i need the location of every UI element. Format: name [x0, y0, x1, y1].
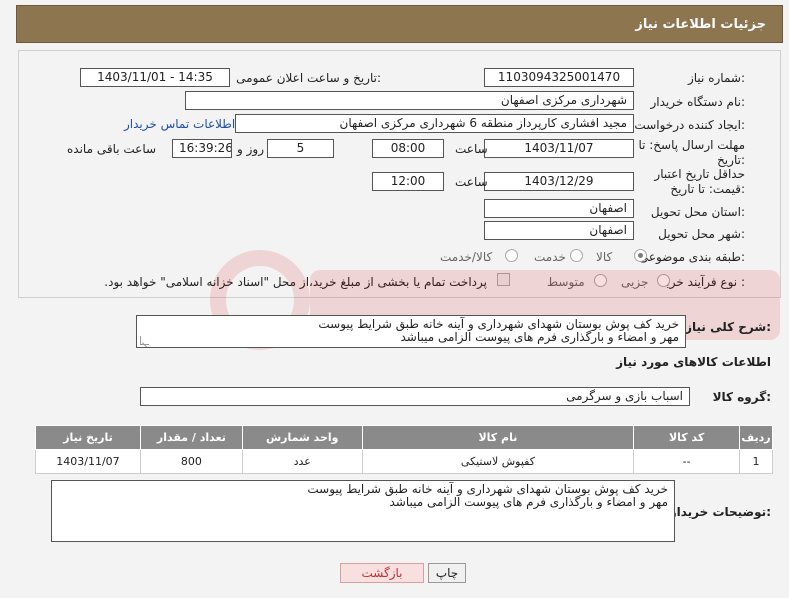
delivery-city-label: شهر محل تحویل:: [658, 227, 745, 241]
cell-date: 1403/11/07: [35, 449, 141, 474]
buyer-notes-line-2: مهر و امضاء و بارگذاری فرم های پیوست الز…: [389, 495, 668, 509]
cell-qty: 800: [139, 449, 243, 474]
need-number-label: شماره نیاز:: [687, 71, 745, 85]
reply-deadline-date: 1403/11/07: [484, 139, 634, 158]
purchase-radio-minor[interactable]: [657, 274, 670, 287]
summary-line-2: مهر و امضاء و بارگذاری فرم های پیوست الز…: [400, 330, 679, 344]
purchase-type-label: نوع فرآیند خرید :: [660, 275, 745, 289]
cell-row: 1: [739, 449, 773, 474]
category-radio-goods-service[interactable]: [505, 249, 518, 262]
category-option-goods: کالا: [596, 250, 613, 264]
treasury-payment-note: پرداخت تمام یا بخشی از مبلغ خرید،از محل …: [104, 275, 487, 289]
reply-days-field: 5: [267, 139, 334, 158]
reply-deadline-label: مهلت ارسال پاسخ: تا تاریخ:: [638, 138, 745, 167]
reply-deadline-time: 08:00: [372, 139, 444, 158]
goods-table-header: ردیف کد کالا نام کالا واحد شمارش تعداد /…: [35, 425, 773, 450]
category-radio-goods[interactable]: [634, 249, 647, 262]
goods-table: ردیف کد کالا نام کالا واحد شمارش تعداد /…: [35, 425, 773, 474]
summary-textarea: خرید کف پوش بوستان شهدای شهرداری و آینه …: [136, 315, 686, 348]
buyer-notes-label: توضیحات خریدار:: [669, 505, 771, 519]
announce-datetime-label: تاریخ و ساعت اعلان عمومی:: [236, 71, 381, 85]
category-radio-service[interactable]: [570, 249, 583, 262]
print-button[interactable]: چاپ: [428, 563, 466, 583]
summary-label: شرح کلی نیاز:: [685, 320, 771, 334]
table-row: 1 -- کفپوش لاستیکی عدد 800 1403/11/07: [35, 449, 773, 474]
page-header: جزئیات اطلاعات نیاز: [16, 5, 783, 43]
category-label: طبقه بندی موضوعی:: [638, 250, 745, 264]
back-button[interactable]: بازگشت: [340, 563, 424, 583]
delivery-province-label: استان محل تحویل:: [650, 205, 745, 219]
cell-name: کفپوش لاستیکی: [361, 449, 635, 474]
purchase-option-minor: جزیی: [621, 275, 649, 289]
days-label: روز و: [237, 142, 264, 156]
announce-datetime-field: 1403/11/01 - 14:35: [80, 68, 230, 87]
remaining-label: ساعت باقی مانده: [67, 142, 157, 156]
cell-unit: عدد: [241, 449, 363, 474]
buyer-notes-textarea: خرید کف پوش بوستان شهدای شهرداری و آینه …: [51, 480, 675, 542]
delivery-province-field: اصفهان: [484, 199, 634, 218]
price-validity-time: 12:00: [372, 172, 444, 191]
col-qty: تعداد / مقدار: [139, 425, 243, 450]
treasury-payment-checkbox[interactable]: [497, 273, 510, 286]
goods-group-field: اسباب بازی و سرگرمی: [140, 387, 690, 406]
buyer-org-label: نام دستگاه خریدار:: [650, 95, 746, 109]
buyer-org-field: شهرداری مرکزی اصفهان: [185, 91, 634, 110]
goods-group-label: گروه کالا:: [712, 390, 771, 404]
need-number-field: 1103094325001470: [484, 68, 634, 87]
reply-time-label: ساعت: [455, 142, 488, 156]
col-code: کد کالا: [633, 425, 741, 450]
category-option-goods-service: کالا/خدمت: [440, 250, 493, 264]
resize-grip-icon[interactable]: [140, 336, 149, 345]
purchase-option-medium: متوسط: [547, 275, 585, 289]
goods-section-title: اطلاعات کالاهای مورد نیاز: [616, 355, 771, 369]
delivery-city-field: اصفهان: [484, 221, 634, 240]
requester-label: ایجاد کننده درخواست:: [634, 118, 745, 132]
requester-field: مجید افشاری کارپرداز منطقه 6 شهرداری مرک…: [235, 114, 634, 133]
price-validity-date: 1403/12/29: [484, 172, 634, 191]
page-title: جزئیات اطلاعات نیاز: [635, 17, 766, 32]
col-date: تاریخ نیاز: [35, 425, 141, 450]
category-option-service: خدمت: [534, 250, 566, 264]
col-name: نام کالا: [361, 425, 635, 450]
col-row: ردیف: [739, 425, 773, 450]
buyer-contact-link[interactable]: اطلاعات تماس خریدار: [124, 117, 235, 131]
price-time-label: ساعت: [455, 175, 488, 189]
remaining-time-field: 16:39:26: [172, 139, 232, 158]
col-unit: واحد شمارش: [241, 425, 363, 450]
price-validity-label: حداقل تاریخ اعتبار قیمت: تا تاریخ:: [654, 167, 745, 196]
purchase-radio-medium[interactable]: [594, 274, 607, 287]
cell-code: --: [633, 449, 741, 474]
